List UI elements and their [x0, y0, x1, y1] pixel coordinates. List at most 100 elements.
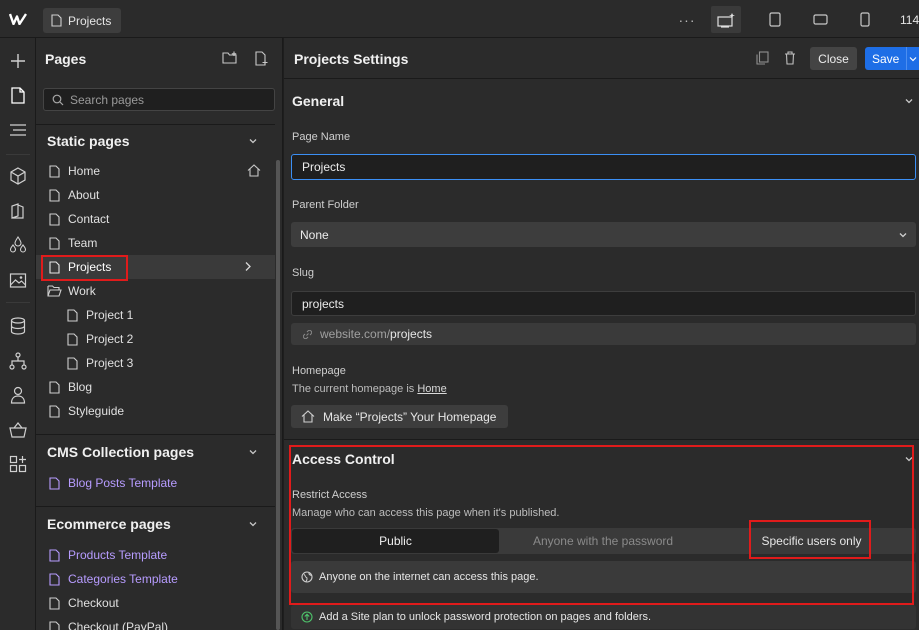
- page-item-categories-template[interactable]: Categories Template: [36, 567, 275, 591]
- page-item-project-1[interactable]: Project 1: [36, 303, 275, 327]
- homepage-description: The current homepage is Home: [292, 383, 447, 395]
- mobile-portrait-icon[interactable]: [855, 6, 875, 33]
- logic-flow-icon[interactable]: [0, 346, 36, 376]
- basket-icon[interactable]: [0, 415, 36, 445]
- page-url-preview: website.com/projects: [291, 323, 916, 345]
- slug-input[interactable]: [291, 291, 916, 316]
- home-icon: [301, 410, 315, 423]
- page-item-project-2[interactable]: Project 2: [36, 327, 275, 351]
- apps-icon[interactable]: [0, 449, 36, 479]
- top-bar: Projects ··· 1140: [0, 0, 919, 38]
- new-page-icon[interactable]: [254, 51, 268, 66]
- page-icon: [64, 356, 80, 370]
- page-icon: [51, 14, 62, 27]
- upgrade-arrow-icon: [301, 611, 313, 623]
- page-item-home[interactable]: Home: [36, 159, 275, 183]
- link-icon: [303, 329, 312, 339]
- desktop-breakpoint-icon[interactable]: [711, 6, 741, 33]
- canvas-width-readout: 1140: [900, 13, 919, 27]
- left-rail: [0, 38, 36, 630]
- home-icon: [247, 164, 261, 177]
- search-pages-box[interactable]: [43, 88, 275, 111]
- search-pages-input[interactable]: [70, 92, 260, 107]
- page-item-blog[interactable]: Blog: [36, 375, 275, 399]
- chevron-down-icon[interactable]: [248, 136, 258, 146]
- close-button[interactable]: Close: [810, 47, 857, 70]
- page-settings-panel: Projects Settings Close Save General Pag…: [284, 38, 919, 630]
- chevron-down-icon[interactable]: [248, 519, 258, 529]
- chevron-down-icon: [898, 230, 908, 240]
- template-page-icon: [46, 548, 62, 562]
- upgrade-plan-notice[interactable]: Add a Site plan to unlock password prote…: [291, 605, 916, 629]
- page-icon: [46, 212, 62, 226]
- settings-title: Projects Settings: [294, 51, 409, 67]
- page-item-contact[interactable]: Contact: [36, 207, 275, 231]
- globe-icon: [301, 571, 313, 583]
- chevron-down-icon[interactable]: [904, 96, 914, 106]
- new-folder-icon[interactable]: [222, 51, 238, 65]
- cms-pages-heading[interactable]: CMS Collection pages: [47, 444, 194, 460]
- page-icon: [46, 596, 62, 610]
- users-icon[interactable]: [0, 380, 36, 410]
- image-assets-icon[interactable]: [0, 265, 36, 295]
- parent-folder-select[interactable]: None: [291, 222, 916, 247]
- search-icon: [52, 94, 64, 106]
- page-item-blog-posts-template[interactable]: Blog Posts Template: [36, 471, 275, 495]
- template-page-icon: [46, 476, 62, 490]
- access-option-password[interactable]: Anyone with the password: [499, 528, 707, 554]
- page-icon: [46, 380, 62, 394]
- chevron-down-icon[interactable]: [248, 447, 258, 457]
- restrict-access-description: Manage who can access this page when it'…: [292, 507, 560, 519]
- page-icon: [46, 188, 62, 202]
- color-drops-icon[interactable]: [0, 230, 36, 260]
- static-pages-heading[interactable]: Static pages: [47, 133, 129, 149]
- general-section-heading[interactable]: General: [292, 93, 344, 109]
- page-name-label: Page Name: [292, 131, 351, 143]
- more-options-icon[interactable]: ···: [676, 6, 698, 33]
- trash-icon[interactable]: [784, 51, 796, 65]
- page-name-input[interactable]: [291, 154, 916, 180]
- style-manager-icon[interactable]: [0, 196, 36, 226]
- page-item-team[interactable]: Team: [36, 231, 275, 255]
- page-item-products-template[interactable]: Products Template: [36, 543, 275, 567]
- page-icon: [46, 260, 62, 274]
- cube-icon[interactable]: [0, 161, 36, 191]
- pages-panel-title: Pages: [45, 51, 87, 67]
- make-homepage-button[interactable]: Make “Projects” Your Homepage: [291, 405, 508, 428]
- page-icon[interactable]: [0, 80, 36, 110]
- page-item-checkout-paypal[interactable]: Checkout (PayPal): [36, 615, 275, 630]
- page-item-styleguide[interactable]: Styleguide: [36, 399, 275, 423]
- chevron-right-icon[interactable]: [243, 261, 253, 272]
- access-option-specific-users[interactable]: Specific users only: [707, 528, 916, 554]
- pages-panel: Pages Static pages Home About Contact Te…: [36, 38, 283, 630]
- page-item-project-3[interactable]: Project 3: [36, 351, 275, 375]
- plus-icon[interactable]: [0, 46, 36, 76]
- template-page-icon: [46, 572, 62, 586]
- duplicate-icon[interactable]: [756, 51, 769, 65]
- folder-item-work[interactable]: Work: [36, 279, 275, 303]
- page-icon: [64, 308, 80, 322]
- chevron-down-icon[interactable]: [904, 454, 914, 464]
- page-item-checkout[interactable]: Checkout: [36, 591, 275, 615]
- current-page-chip[interactable]: Projects: [43, 8, 122, 33]
- restrict-access-label: Restrict Access: [292, 489, 368, 501]
- page-icon: [46, 620, 62, 630]
- page-item-about[interactable]: About: [36, 183, 275, 207]
- page-item-projects[interactable]: Projects: [36, 255, 275, 279]
- pages-scrollbar[interactable]: [276, 160, 280, 630]
- tablet-breakpoint-icon[interactable]: [765, 6, 785, 33]
- mobile-landscape-icon[interactable]: [810, 6, 830, 33]
- homepage-link[interactable]: Home: [417, 383, 446, 395]
- navigator-icon[interactable]: [0, 115, 36, 145]
- database-icon[interactable]: [0, 311, 36, 341]
- access-control-heading[interactable]: Access Control: [292, 451, 395, 467]
- ecommerce-pages-heading[interactable]: Ecommerce pages: [47, 516, 171, 532]
- save-options-chevron-icon[interactable]: [906, 47, 919, 70]
- page-icon: [64, 332, 80, 346]
- page-icon: [46, 236, 62, 250]
- webflow-logo[interactable]: [0, 0, 36, 38]
- access-option-public[interactable]: Public: [292, 529, 499, 553]
- slug-label: Slug: [292, 267, 315, 279]
- parent-folder-label: Parent Folder: [292, 199, 359, 211]
- current-page-label: Projects: [68, 13, 112, 28]
